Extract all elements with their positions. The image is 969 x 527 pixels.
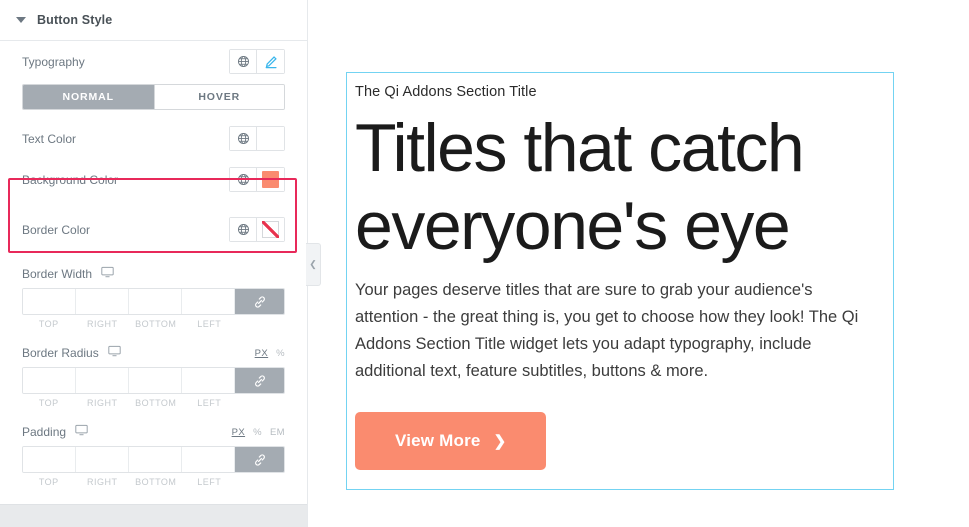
panel-section-header[interactable]: Button Style — [0, 0, 307, 41]
unit-percent[interactable]: % — [253, 427, 262, 438]
unit-px[interactable]: PX — [255, 348, 268, 359]
caret-down-icon — [16, 17, 26, 23]
swatch-preview — [262, 130, 279, 147]
border-width-control: Border Width TOP RIGHT BOTTOM LEFT — [0, 260, 307, 329]
legend-bottom: BOTTOM — [135, 477, 177, 487]
border-radius-units: PX % — [255, 348, 285, 359]
tab-normal[interactable]: NORMAL — [23, 85, 154, 109]
background-color-row: Background Color — [0, 159, 307, 200]
padding-units: PX % EM — [232, 427, 285, 438]
border-width-right-input[interactable] — [76, 289, 129, 314]
border-radius-control: Border Radius PX % TOP RIGHT BOTTOM LEFT — [0, 339, 307, 408]
padding-right-input[interactable] — [76, 447, 129, 472]
legend-left: LEFT — [197, 398, 222, 408]
monitor-icon[interactable] — [101, 265, 114, 283]
elementor-editor: Button Style Typography NORMAL HOVER Tex… — [0, 0, 969, 527]
monitor-icon[interactable] — [108, 344, 121, 362]
legend-spacer — [236, 477, 285, 487]
border-radius-label: Border Radius — [22, 346, 99, 360]
padding-label: Padding — [22, 425, 67, 439]
legend-spacer — [236, 398, 285, 408]
chevron-left-icon: ❮ — [309, 259, 317, 269]
section-title-widget[interactable]: The Qi Addons Section Title Titles that … — [346, 72, 894, 490]
legend-left: LEFT — [197, 477, 222, 487]
widget-subtitle: The Qi Addons Section Title — [355, 84, 537, 100]
border-radius-left-input[interactable] — [182, 368, 235, 393]
padding-top-input[interactable] — [23, 447, 76, 472]
border-width-left-input[interactable] — [182, 289, 235, 314]
border-width-bottom-input[interactable] — [129, 289, 182, 314]
unit-percent[interactable]: % — [276, 348, 285, 359]
padding-bottom-input[interactable] — [129, 447, 182, 472]
chevron-right-icon: ❯ — [493, 432, 507, 450]
state-tabs: NORMAL HOVER — [22, 84, 285, 110]
text-color-swatch[interactable] — [257, 127, 284, 150]
border-width-label: Border Width — [22, 267, 93, 281]
border-radius-bottom-input[interactable] — [129, 368, 182, 393]
legend-spacer — [236, 319, 285, 329]
border-color-controls — [229, 217, 285, 242]
background-color-swatch[interactable] — [257, 168, 284, 191]
padding-header: Padding PX % EM — [22, 418, 285, 446]
border-radius-header: Border Radius PX % — [22, 339, 285, 367]
background-color-controls — [229, 167, 285, 192]
globe-icon[interactable] — [230, 168, 257, 191]
padding-inputs — [22, 446, 285, 473]
border-width-legend: TOP RIGHT BOTTOM LEFT — [22, 319, 285, 329]
style-settings-sidebar: Button Style Typography NORMAL HOVER Tex… — [0, 0, 308, 527]
no-color-icon — [262, 221, 279, 238]
text-color-row: Text Color — [0, 118, 307, 159]
globe-icon[interactable] — [230, 127, 257, 150]
text-color-label: Text Color — [22, 131, 77, 146]
preview-canvas: The Qi Addons Section Title Titles that … — [308, 0, 969, 527]
border-radius-legend: TOP RIGHT BOTTOM LEFT — [22, 398, 285, 408]
legend-left: LEFT — [197, 319, 222, 329]
legend-bottom: BOTTOM — [135, 319, 177, 329]
view-more-button[interactable]: View More ❯ — [355, 412, 547, 471]
page-title: Button Style — [37, 13, 113, 27]
legend-bottom: BOTTOM — [135, 398, 177, 408]
widget-title: Titles that catch everyone's eye — [355, 110, 805, 265]
legend-top: TOP — [38, 319, 59, 329]
link-icon[interactable] — [235, 368, 284, 393]
border-color-label: Border Color — [22, 222, 91, 237]
padding-legend: TOP RIGHT BOTTOM LEFT — [22, 477, 285, 487]
border-width-top-input[interactable] — [23, 289, 76, 314]
panel-footer — [0, 504, 307, 527]
legend-right: RIGHT — [87, 398, 118, 408]
legend-top: TOP — [38, 477, 59, 487]
border-radius-inputs — [22, 367, 285, 394]
typography-row: Typography — [0, 41, 307, 82]
state-tabs-wrapper: NORMAL HOVER — [0, 84, 307, 110]
typography-controls — [229, 49, 285, 74]
view-more-label: View More — [395, 431, 481, 451]
unit-em[interactable]: EM — [270, 427, 285, 438]
border-radius-top-input[interactable] — [23, 368, 76, 393]
legend-right: RIGHT — [87, 319, 118, 329]
text-color-controls — [229, 126, 285, 151]
padding-left-input[interactable] — [182, 447, 235, 472]
widget-body-text: Your pages deserve titles that are sure … — [355, 281, 859, 381]
unit-px[interactable]: PX — [232, 427, 245, 438]
border-width-header: Border Width — [22, 260, 285, 288]
legend-right: RIGHT — [87, 477, 118, 487]
globe-icon[interactable] — [230, 218, 257, 241]
globe-icon[interactable] — [230, 50, 257, 73]
background-color-label: Background Color — [22, 172, 119, 187]
swatch-preview — [262, 171, 279, 188]
panel-body: Typography NORMAL HOVER Text Color Backg… — [0, 41, 307, 504]
panel-collapse-handle[interactable]: ❮ — [306, 243, 321, 286]
border-color-swatch[interactable] — [257, 218, 284, 241]
monitor-icon[interactable] — [75, 423, 88, 441]
typography-label: Typography — [22, 54, 85, 69]
border-radius-right-input[interactable] — [76, 368, 129, 393]
border-width-inputs — [22, 288, 285, 315]
pencil-icon[interactable] — [257, 50, 284, 73]
padding-control: Padding PX % EM TOP RIGHT BOTTOM LEFT — [0, 418, 307, 487]
link-icon[interactable] — [235, 447, 284, 472]
link-icon[interactable] — [235, 289, 284, 314]
tab-hover[interactable]: HOVER — [153, 85, 284, 109]
border-color-row: Border Color — [0, 209, 307, 250]
legend-top: TOP — [38, 398, 59, 408]
